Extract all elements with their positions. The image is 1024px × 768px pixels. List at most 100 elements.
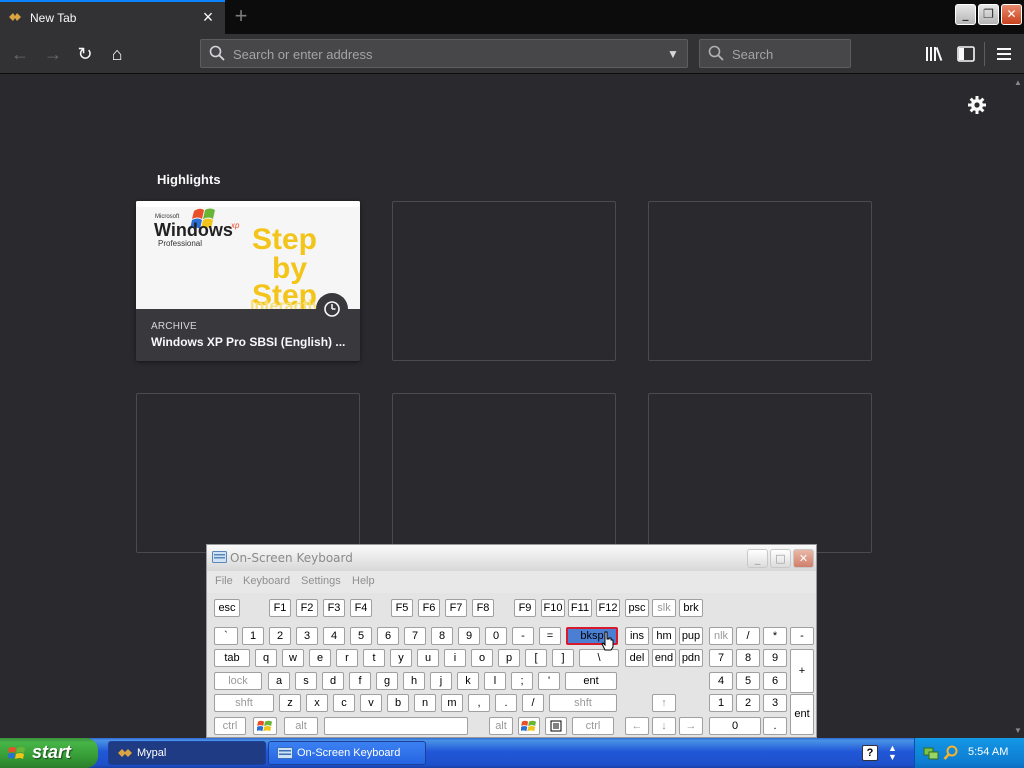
osk-key-lbracket[interactable]: [ (525, 649, 547, 667)
home-button[interactable]: ⌂ (103, 40, 131, 68)
start-button[interactable]: start (0, 738, 98, 768)
menu-keyboard[interactable]: Keyboard (243, 575, 290, 587)
osk-key-equals[interactable]: = (539, 627, 561, 645)
osk-key-comma[interactable]: , (468, 694, 490, 712)
osk-key-shft[interactable]: shft (549, 694, 617, 712)
osk-key-menu[interactable] (545, 717, 567, 735)
osk-key-slk[interactable]: slk (652, 599, 676, 617)
osk-key-8[interactable]: 8 (431, 627, 453, 645)
osk-key-f6[interactable]: F6 (418, 599, 440, 617)
tab-close-icon[interactable]: × (198, 7, 218, 27)
osk-key-backtick[interactable]: ` (214, 627, 238, 645)
osk-key-space[interactable] (324, 717, 468, 735)
osk-key-7[interactable]: 7 (404, 627, 426, 645)
osk-key-f12[interactable]: F12 (596, 599, 620, 617)
chevron-down-icon[interactable]: ▼ (665, 46, 681, 62)
osk-key-f[interactable]: f (349, 672, 371, 690)
osk-key-s[interactable]: s (295, 672, 317, 690)
osk-key-period[interactable]: . (763, 717, 787, 735)
window-minimize-button[interactable]: _ (955, 4, 976, 25)
language-bar-options-icon[interactable]: ▲ ▼ (888, 744, 897, 762)
hamburger-menu-icon[interactable] (994, 45, 1014, 63)
osk-key-4[interactable]: 4 (323, 627, 345, 645)
osk-key-3[interactable]: 3 (763, 694, 787, 712)
osk-key-f10[interactable]: F10 (541, 599, 565, 617)
osk-key-j[interactable]: j (430, 672, 452, 690)
osk-key-n[interactable]: n (414, 694, 436, 712)
address-bar[interactable]: ▼ (200, 39, 688, 68)
osk-key-pup[interactable]: pup (679, 627, 703, 645)
osk-key-2[interactable]: 2 (736, 694, 760, 712)
osk-key-h[interactable]: h (403, 672, 425, 690)
osk-key-quote[interactable]: ' (538, 672, 560, 690)
osk-key-i[interactable]: i (444, 649, 466, 667)
osk-key-x[interactable]: x (306, 694, 328, 712)
osk-key-plus[interactable]: + (790, 649, 814, 693)
osk-key-down[interactable]: ↓ (652, 717, 676, 735)
osk-key-ent[interactable]: ent (790, 694, 814, 735)
osk-key-alt[interactable]: alt (284, 717, 318, 735)
osk-key-nlk[interactable]: nlk (709, 627, 733, 645)
osk-key-brk[interactable]: brk (679, 599, 703, 617)
osk-key-v[interactable]: v (360, 694, 382, 712)
menu-file[interactable]: File (215, 575, 233, 587)
window-close-button[interactable]: ✕ (1001, 4, 1022, 25)
osk-key-u[interactable]: u (417, 649, 439, 667)
osk-key-f4[interactable]: F4 (350, 599, 372, 617)
vertical-scrollbar[interactable]: ▲ ▼ (1012, 75, 1024, 738)
osk-key-ctrl[interactable]: ctrl (214, 717, 246, 735)
osk-key-l[interactable]: l (484, 672, 506, 690)
osk-key-q[interactable]: q (255, 649, 277, 667)
osk-key-minus[interactable]: - (790, 627, 814, 645)
osk-title-bar[interactable]: On-Screen Keyboard _ □ ✕ (207, 545, 816, 571)
osk-key-slash[interactable]: / (736, 627, 760, 645)
taskbar-item-mypal[interactable]: Mypal (108, 741, 266, 765)
osk-key-ins[interactable]: ins (625, 627, 649, 645)
osk-key-hm[interactable]: hm (652, 627, 676, 645)
osk-key-backslash[interactable]: \ (579, 649, 619, 667)
osk-key-minus[interactable]: - (512, 627, 534, 645)
osk-key-rbracket[interactable]: ] (552, 649, 574, 667)
osk-key-7[interactable]: 7 (709, 649, 733, 667)
gear-icon[interactable] (966, 94, 988, 116)
back-button[interactable]: ← (6, 40, 34, 68)
osk-key-psc[interactable]: psc (625, 599, 649, 617)
scroll-down-icon[interactable]: ▼ (1012, 725, 1024, 737)
osk-key-9[interactable]: 9 (458, 627, 480, 645)
menu-settings[interactable]: Settings (301, 575, 341, 587)
osk-key-windows[interactable] (253, 717, 277, 735)
osk-key-esc[interactable]: esc (214, 599, 240, 617)
reload-button[interactable]: ↻ (71, 40, 99, 68)
osk-close-button[interactable]: ✕ (793, 549, 814, 568)
osk-key-f1[interactable]: F1 (269, 599, 291, 617)
osk-key-semicolon[interactable]: ; (511, 672, 533, 690)
osk-key-f5[interactable]: F5 (391, 599, 413, 617)
osk-key-alt[interactable]: alt (489, 717, 513, 735)
osk-key-6[interactable]: 6 (763, 672, 787, 690)
osk-key-f9[interactable]: F9 (514, 599, 536, 617)
osk-key-shft[interactable]: shft (214, 694, 274, 712)
osk-key-up[interactable]: ↑ (652, 694, 676, 712)
window-restore-button[interactable]: ❐ (978, 4, 999, 25)
osk-key-star[interactable]: * (763, 627, 787, 645)
osk-minimize-button[interactable]: _ (747, 549, 768, 568)
osk-key-4[interactable]: 4 (709, 672, 733, 690)
taskbar-item-osk[interactable]: On-Screen Keyboard (268, 741, 426, 765)
scroll-up-icon[interactable]: ▲ (1012, 77, 1024, 89)
osk-key-z[interactable]: z (279, 694, 301, 712)
osk-key-1[interactable]: 1 (242, 627, 264, 645)
menu-help[interactable]: Help (352, 575, 375, 587)
osk-key-ctrl[interactable]: ctrl (572, 717, 614, 735)
help-icon[interactable]: ? (862, 745, 878, 761)
osk-key-a[interactable]: a (268, 672, 290, 690)
osk-key-9[interactable]: 9 (763, 649, 787, 667)
osk-key-end[interactable]: end (652, 649, 676, 667)
osk-key-ent[interactable]: ent (565, 672, 617, 690)
osk-key-m[interactable]: m (441, 694, 463, 712)
osk-key-r[interactable]: r (336, 649, 358, 667)
osk-key-3[interactable]: 3 (296, 627, 318, 645)
osk-key-5[interactable]: 5 (736, 672, 760, 690)
osk-maximize-button[interactable]: □ (770, 549, 791, 568)
osk-key-pdn[interactable]: pdn (679, 649, 703, 667)
osk-key-t[interactable]: t (363, 649, 385, 667)
